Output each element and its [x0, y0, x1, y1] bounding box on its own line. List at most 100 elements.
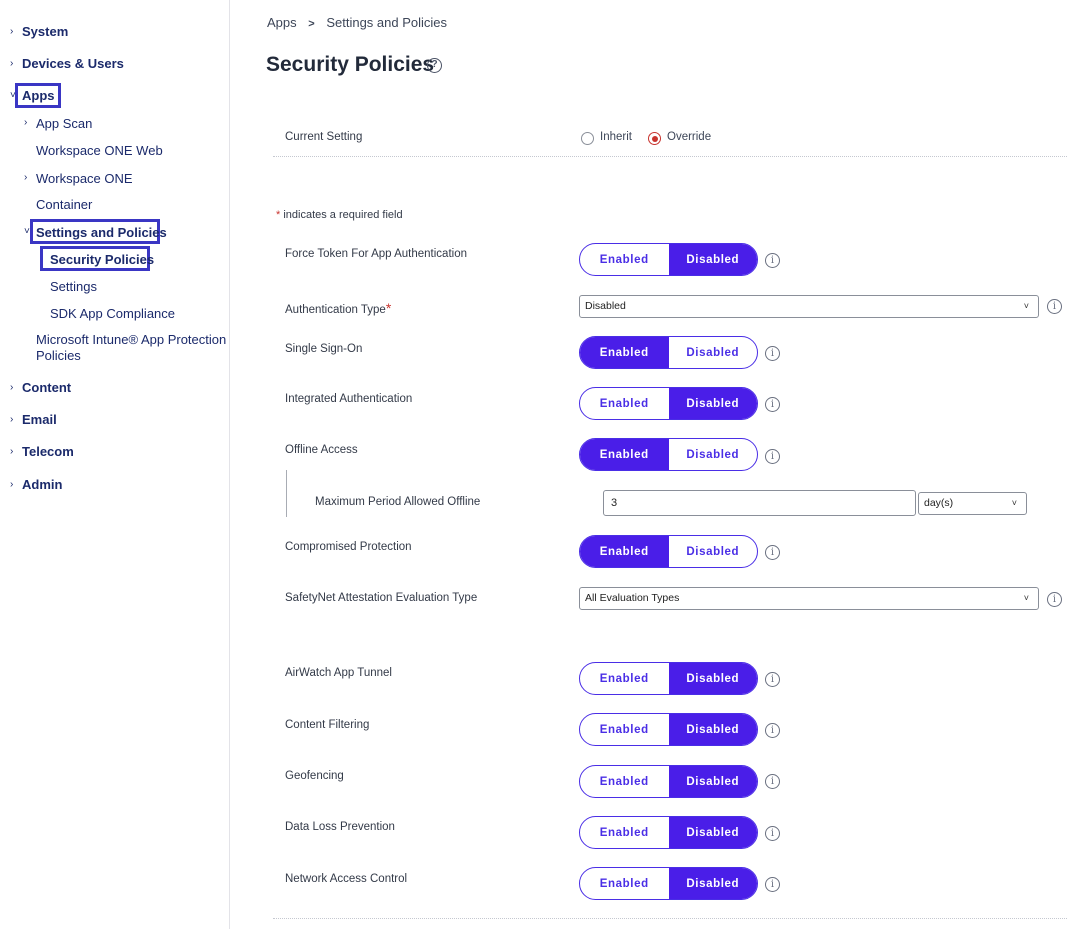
- page-title: Security Policies: [266, 53, 435, 76]
- dlp-label: Data Loss Prevention: [285, 821, 395, 833]
- help-icon[interactable]: ?: [427, 58, 442, 73]
- info-icon[interactable]: i: [765, 723, 780, 738]
- integrated-auth-label: Integrated Authentication: [285, 393, 413, 405]
- info-icon[interactable]: i: [765, 545, 780, 560]
- chevron-right-icon: ›: [10, 26, 14, 37]
- app-tunnel-disabled-option[interactable]: Disabled: [668, 663, 757, 694]
- safetynet-label: SafetyNet Attestation Evaluation Type: [285, 592, 478, 604]
- dlp-enabled-option[interactable]: Enabled: [580, 817, 669, 848]
- sidebar-item-email[interactable]: Email: [22, 412, 57, 427]
- info-icon[interactable]: i: [765, 449, 780, 464]
- sidebar-item-container[interactable]: Container: [36, 197, 92, 212]
- dlp-disabled-option[interactable]: Disabled: [668, 817, 757, 848]
- sidebar-item-workspace-one[interactable]: Workspace ONE: [36, 171, 133, 186]
- inherit-radio[interactable]: [581, 132, 594, 145]
- auth-type-selected-value: Disabled: [585, 300, 626, 312]
- sidebar-item-security-policies[interactable]: Security Policies: [50, 252, 154, 267]
- app-tunnel-enabled-option[interactable]: Enabled: [580, 663, 669, 694]
- offline-access-toggle[interactable]: Enabled Disabled: [579, 438, 758, 471]
- integrated-auth-enabled-option[interactable]: Enabled: [580, 388, 669, 419]
- sso-label: Single Sign-On: [285, 343, 363, 355]
- offline-access-disabled-option[interactable]: Disabled: [669, 439, 758, 470]
- info-icon[interactable]: i: [1047, 592, 1062, 607]
- compromised-enabled-option[interactable]: Enabled: [580, 536, 669, 567]
- info-icon[interactable]: i: [1047, 299, 1062, 314]
- sidebar-item-intune-line2[interactable]: Policies: [36, 348, 81, 363]
- info-icon[interactable]: i: [765, 877, 780, 892]
- force-token-enabled-option[interactable]: Enabled: [580, 244, 669, 275]
- integrated-auth-disabled-option[interactable]: Disabled: [668, 388, 757, 419]
- override-radio-label[interactable]: Override: [667, 131, 711, 143]
- nac-disabled-option[interactable]: Disabled: [668, 868, 757, 899]
- force-token-toggle[interactable]: Enabled Disabled: [579, 243, 758, 276]
- indent-bar: [286, 470, 287, 517]
- sidebar-item-intune-line1[interactable]: Microsoft Intune® App Protection: [36, 332, 226, 347]
- info-icon[interactable]: i: [765, 826, 780, 841]
- content-filtering-disabled-option[interactable]: Disabled: [668, 714, 757, 745]
- breadcrumb-apps[interactable]: Apps: [267, 15, 297, 30]
- nac-enabled-option[interactable]: Enabled: [580, 868, 669, 899]
- override-radio[interactable]: [648, 132, 661, 145]
- sidebar-item-app-scan[interactable]: App Scan: [36, 116, 92, 131]
- sidebar-item-settings-and-policies[interactable]: Settings and Policies: [36, 225, 167, 240]
- required-field-note: * indicates a required field: [276, 209, 403, 221]
- sidebar-item-content[interactable]: Content: [22, 380, 71, 395]
- divider: [273, 156, 1067, 157]
- chevron-right-icon: ›: [24, 117, 28, 128]
- sidebar-item-sdk-app-compliance[interactable]: SDK App Compliance: [50, 306, 175, 321]
- info-icon[interactable]: i: [765, 397, 780, 412]
- nac-toggle[interactable]: Enabled Disabled: [579, 867, 758, 900]
- sidebar-item-admin[interactable]: Admin: [22, 477, 62, 492]
- dlp-toggle[interactable]: Enabled Disabled: [579, 816, 758, 849]
- geofencing-disabled-option[interactable]: Disabled: [668, 766, 757, 797]
- compromised-label: Compromised Protection: [285, 541, 412, 553]
- max-offline-unit-select[interactable]: day(s) ˅: [918, 492, 1027, 515]
- force-token-disabled-option[interactable]: Disabled: [668, 244, 757, 275]
- sidebar-item-workspace-one-web[interactable]: Workspace ONE Web: [36, 143, 163, 158]
- sidebar-item-apps[interactable]: Apps: [22, 88, 55, 103]
- compromised-toggle[interactable]: Enabled Disabled: [579, 535, 758, 568]
- content-filtering-enabled-option[interactable]: Enabled: [580, 714, 669, 745]
- chevron-right-icon: ›: [10, 446, 14, 457]
- inherit-radio-label[interactable]: Inherit: [600, 131, 632, 143]
- max-offline-unit-value: day(s): [924, 497, 954, 509]
- chevron-right-icon: ›: [10, 382, 14, 393]
- sidebar: › System › Devices & Users ˅ Apps › App …: [0, 0, 230, 929]
- sso-enabled-option[interactable]: Enabled: [580, 337, 669, 368]
- sidebar-item-telecom[interactable]: Telecom: [22, 444, 74, 459]
- sidebar-item-settings[interactable]: Settings: [50, 279, 97, 294]
- breadcrumb-current: Settings and Policies: [326, 15, 448, 30]
- chevron-right-icon: ›: [24, 172, 28, 183]
- nac-label: Network Access Control: [285, 873, 408, 885]
- integrated-auth-toggle[interactable]: Enabled Disabled: [579, 387, 758, 420]
- chevron-right-icon: ›: [10, 414, 14, 425]
- offline-access-enabled-option[interactable]: Enabled: [580, 439, 669, 470]
- max-offline-input[interactable]: 3: [603, 490, 916, 516]
- chevron-right-icon: ›: [10, 479, 14, 490]
- geofencing-enabled-option[interactable]: Enabled: [580, 766, 669, 797]
- app-tunnel-toggle[interactable]: Enabled Disabled: [579, 662, 758, 695]
- offline-access-label: Offline Access: [285, 444, 358, 456]
- info-icon[interactable]: i: [765, 253, 780, 268]
- auth-type-select[interactable]: Disabled ˅: [579, 295, 1039, 318]
- compromised-disabled-option[interactable]: Disabled: [669, 536, 758, 567]
- info-icon[interactable]: i: [765, 346, 780, 361]
- sso-disabled-option[interactable]: Disabled: [669, 337, 758, 368]
- sidebar-item-devices-users[interactable]: Devices & Users: [22, 56, 124, 71]
- divider: [273, 918, 1067, 919]
- content-filtering-toggle[interactable]: Enabled Disabled: [579, 713, 758, 746]
- sidebar-item-system[interactable]: System: [22, 24, 68, 39]
- required-note-text: indicates a required field: [280, 209, 403, 221]
- sso-toggle[interactable]: Enabled Disabled: [579, 336, 758, 369]
- info-icon[interactable]: i: [765, 774, 780, 789]
- chevron-down-icon: ˅: [1023, 593, 1029, 603]
- breadcrumb: Apps > Settings and Policies: [267, 15, 447, 30]
- geofencing-toggle[interactable]: Enabled Disabled: [579, 765, 758, 798]
- info-icon[interactable]: i: [765, 672, 780, 687]
- auth-type-label: Authentication Type*: [285, 300, 391, 316]
- chevron-down-icon: ˅: [1011, 498, 1017, 508]
- content-filtering-label: Content Filtering: [285, 719, 370, 731]
- breadcrumb-separator-icon: >: [308, 18, 315, 30]
- safetynet-select[interactable]: All Evaluation Types ˅: [579, 587, 1039, 610]
- required-star: *: [385, 300, 392, 316]
